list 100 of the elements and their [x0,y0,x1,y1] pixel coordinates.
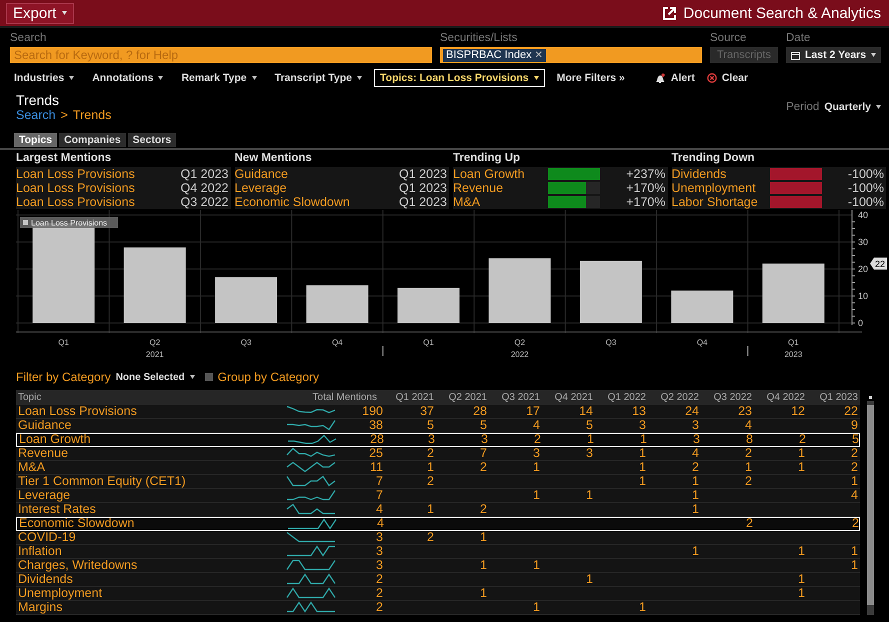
more-filters-link[interactable]: More Filters » [550,69,631,87]
topic-link[interactable]: Revenue [453,181,544,195]
bar [762,264,824,323]
table-row[interactable]: Economic Slowdown 4 2 2 [16,517,860,531]
total-cell-text: 7 [375,475,383,488]
column-header[interactable]: Q1 2022 [595,390,648,405]
topic-link[interactable]: Loan Loss Provisions [16,195,177,209]
topic-link[interactable]: Leverage [234,181,396,195]
topic-cell[interactable]: Tier 1 Common Equity (CET1) [16,475,286,488]
table-row[interactable]: Tier 1 Common Equity (CET1) 7 2 1 1 2 1 [16,475,860,489]
table-cell-text: 1 [479,559,488,572]
topic-cell[interactable]: Margins [16,601,286,614]
alert-button[interactable]: Alert [648,69,701,87]
tab[interactable]: Companies [59,133,126,147]
topic-link[interactable]: M&A [453,195,544,209]
topic-link[interactable]: Unemployment [672,181,766,195]
checkbox[interactable] [204,373,213,381]
topic-cell[interactable]: Loan Growth [17,434,287,445]
topic-link[interactable]: Dividends [672,167,766,181]
filter-dropdown[interactable]: Remark Type [175,69,263,87]
table-cell-text: 1 [691,503,700,516]
topic-cell[interactable]: Dividends [16,573,286,586]
topic-cell[interactable]: Charges, Writedowns [16,559,286,572]
topic-cell[interactable]: Guidance [16,419,286,432]
filter-dropdown[interactable]: Topics: Loan Loss Provisions [374,69,545,87]
table-row[interactable]: Dividends 2 1 1 [16,573,860,587]
table-cell-text: 28 [472,405,488,418]
table-row[interactable]: COVID-19 3 2 1 [16,531,860,545]
table-row[interactable]: Leverage 7 1 1 1 4 [16,489,860,503]
topic-cell[interactable]: M&A [16,461,286,474]
axis-group-label: 2023 [784,350,802,359]
table-cell-text: 7 [479,447,488,460]
column-header[interactable]: Q3 2021 [489,390,542,405]
topic-link[interactable]: Loan Loss Provisions [16,167,177,181]
security-chip[interactable]: BISPRBAC Index ✕ [443,48,546,62]
table-row[interactable]: Revenue 25 2 7 3 3 1 4 2 1 2 [16,447,860,461]
value-marker: 22 [870,258,887,270]
filter-dropdown[interactable]: Transcript Type [268,69,368,87]
column-header[interactable]: Total Mentions [286,390,383,405]
topic-link[interactable]: Guidance [234,167,396,181]
export-button[interactable]: Export [6,2,74,24]
column-header[interactable]: Q4 2022 [754,390,807,405]
clear-button[interactable]: Clear [700,69,754,87]
bell-icon [654,72,666,84]
table-row[interactable]: Loan Loss Provisions 190 37 28 17 14 13 24 23 12 22 [16,405,860,419]
table-row[interactable]: Charges, Writedowns 3 1 1 1 [16,559,860,573]
breadcrumb-link[interactable]: Search [16,108,56,122]
total-cell-text: 38 [368,419,383,432]
filter-dropdown[interactable]: Industries [8,69,80,87]
total-cell-text: 2 [375,587,383,600]
topic-cell[interactable]: Leverage [16,489,286,502]
tab[interactable]: Sectors [128,133,176,147]
filter-dropdown[interactable]: Annotations [86,69,170,87]
scroll-up-icon[interactable] [868,396,872,399]
table-row[interactable]: Loan Growth 28 3 3 2 1 1 3 8 2 5 [16,433,860,447]
column-header[interactable]: Q4 2021 [542,390,595,405]
chip-remove-button[interactable]: ✕ [534,48,543,62]
table-cell-text: 2 [744,475,753,488]
topic-link[interactable]: Loan Growth [453,167,544,181]
table-cell-text: 1 [479,587,488,600]
table-cell-text: 4 [691,447,700,460]
table-row[interactable]: Margins 2 1 1 [16,601,860,615]
category-dropdown[interactable]: None Selected [116,372,195,382]
caret-icon [62,11,68,15]
column-header[interactable]: Q1 2021 [383,390,436,405]
table-row[interactable]: Inflation 3 1 1 1 [16,545,860,559]
section-heading: Trending Up [453,152,522,166]
table-row[interactable]: M&A 11 1 2 1 1 2 1 1 2 [16,461,860,475]
topic-cell[interactable]: Inflation [16,545,286,558]
topic-link[interactable]: Loan Loss Provisions [16,181,177,195]
table-cell-text: 22 [843,405,859,418]
topic-link[interactable]: Economic Slowdown [234,195,396,209]
period-dropdown[interactable]: Quarterly [824,101,881,113]
topic-cell[interactable]: Loan Loss Provisions [16,405,286,418]
change-value: +237% [626,167,666,181]
table-row[interactable]: Unemployment 2 1 1 [16,587,860,601]
table-cell-text: 1 [532,461,541,474]
tab[interactable]: Topics [14,133,58,147]
date-dropdown[interactable]: Last 2 Years [786,47,882,63]
column-header[interactable]: Q2 2021 [436,390,489,405]
topic-link[interactable]: Labor Shortage [672,195,766,209]
topic-cell[interactable]: Interest Rates [16,503,286,516]
topic-cell[interactable]: COVID-19 [16,531,286,544]
external-link-icon[interactable] [663,6,676,20]
column-header[interactable]: Q3 2022 [701,390,754,405]
column-header[interactable]: Q1 2023 [807,390,860,405]
topic-cell[interactable]: Unemployment [16,587,286,600]
column-header[interactable]: Q2 2022 [648,390,701,405]
scrollbar-thumb[interactable] [866,405,874,605]
table-cell-text: 1 [744,461,753,474]
table-cell-text: 1 [850,475,859,488]
caret-icon [876,105,881,109]
caret-icon [158,76,164,80]
column-header[interactable]: Topic [16,390,286,405]
search-field[interactable]: Search for Keyword, ? for Help [10,47,432,63]
total-cell-text: 3 [375,545,383,558]
securities-field[interactable]: BISPRBAC Index ✕ [440,47,702,63]
axis-tick-label: Q3 [606,338,616,347]
topic-cell[interactable]: Economic Slowdown [17,518,287,529]
topic-cell[interactable]: Revenue [16,447,286,460]
